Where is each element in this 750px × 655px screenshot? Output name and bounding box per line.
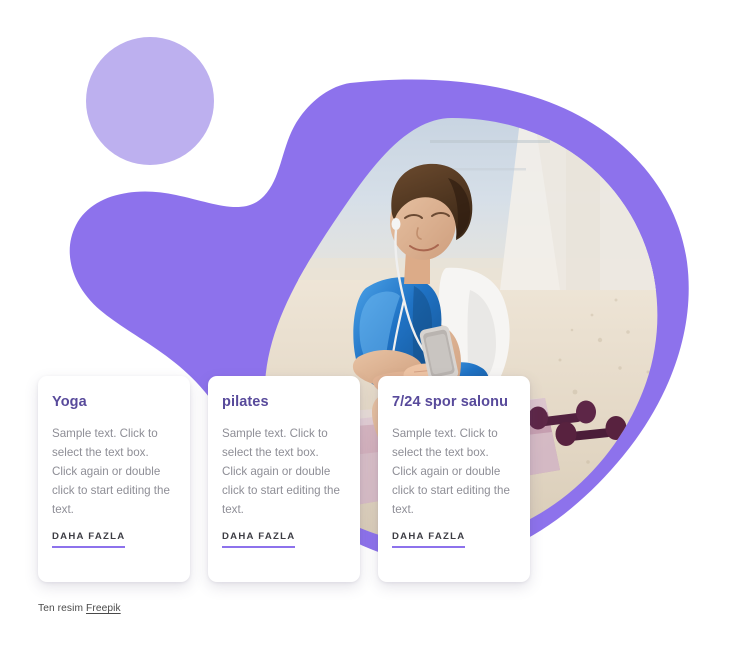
card-title: 7/24 spor salonu: [392, 394, 509, 410]
feature-cards-row: Yoga Sample text. Click to select the te…: [38, 376, 530, 582]
photo-credit-link[interactable]: Freepik: [86, 603, 121, 614]
light-purple-circle: [86, 37, 214, 165]
card-more-link[interactable]: DAHA FAZLA: [392, 531, 466, 548]
photo-credit-prefix: Ten resim: [38, 603, 86, 614]
feature-card-yoga[interactable]: Yoga Sample text. Click to select the te…: [38, 376, 190, 582]
page-root: Yoga Sample text. Click to select the te…: [0, 0, 750, 655]
smartphone: [419, 325, 459, 383]
feature-card-gym[interactable]: 7/24 spor salonu Sample text. Click to s…: [378, 376, 530, 582]
card-body-text: Sample text. Click to select the text bo…: [222, 427, 340, 516]
card-title: Yoga: [52, 394, 87, 410]
card-more-link[interactable]: DAHA FAZLA: [222, 531, 296, 548]
feature-card-pilates[interactable]: pilates Sample text. Click to select the…: [208, 376, 360, 582]
photo-credit: Ten resim Freepik: [38, 603, 121, 614]
card-body-text: Sample text. Click to select the text bo…: [52, 427, 170, 516]
card-more-link[interactable]: DAHA FAZLA: [52, 531, 126, 548]
card-body-text: Sample text. Click to select the text bo…: [392, 427, 510, 516]
dumbbells: [528, 400, 627, 446]
card-title: pilates: [222, 394, 269, 410]
